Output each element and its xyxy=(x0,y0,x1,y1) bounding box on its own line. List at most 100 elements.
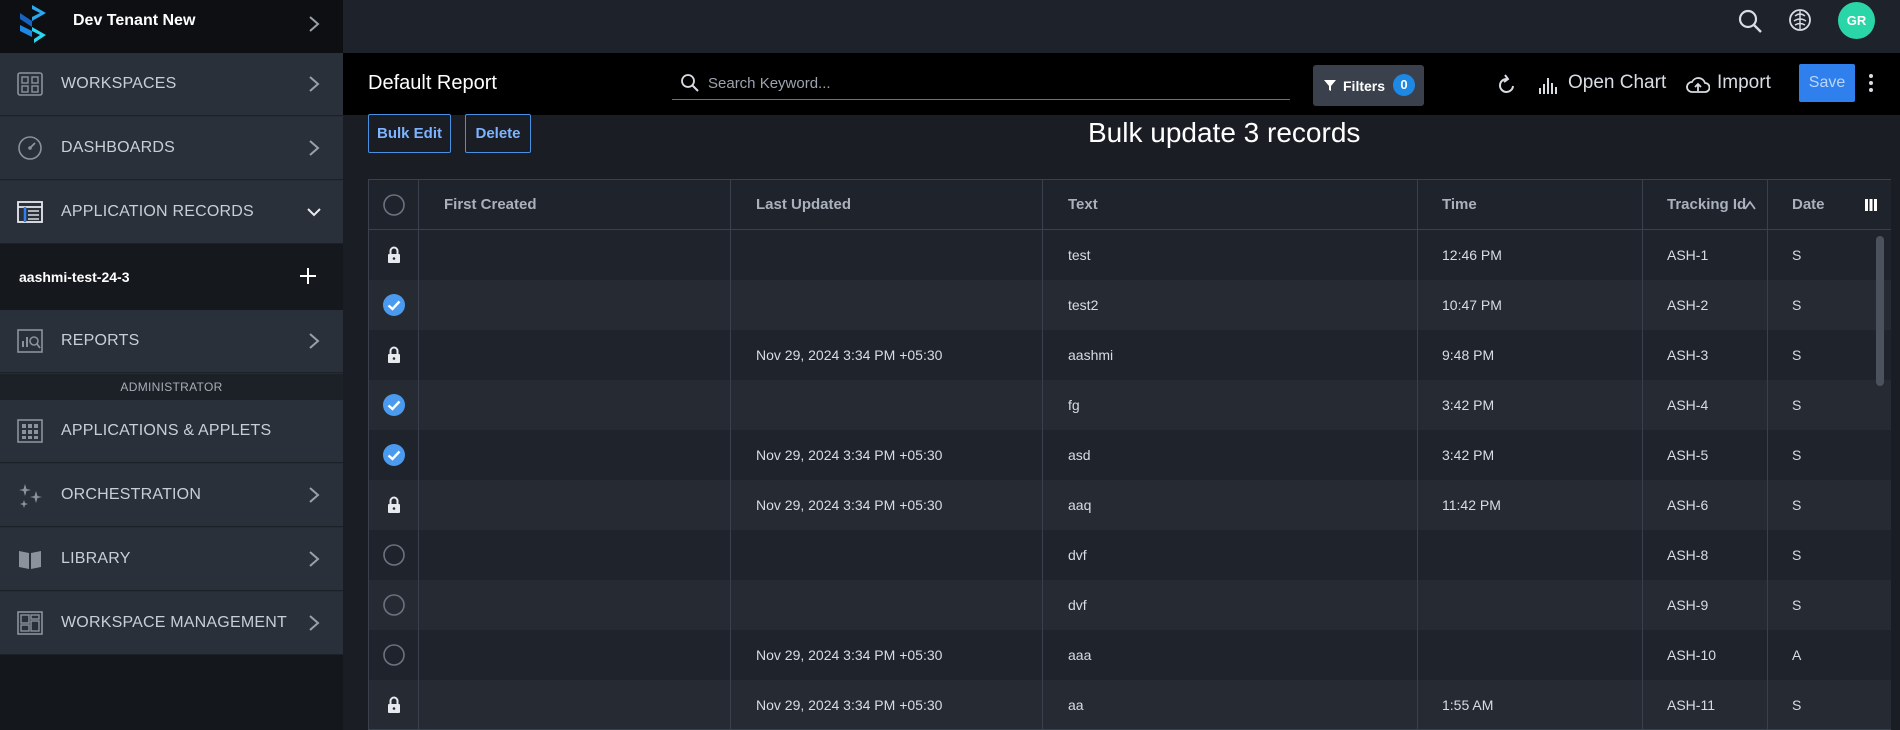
sidebar-item-workspaces[interactable]: WORKSPACES xyxy=(0,53,343,116)
import-button[interactable]: Import xyxy=(1717,72,1771,94)
sort-ascending-icon[interactable] xyxy=(1743,199,1757,211)
cell-first-created[interactable] xyxy=(419,580,731,630)
cell-text[interactable]: aa xyxy=(1043,680,1418,729)
cell-tracking-id[interactable]: ASH-11 xyxy=(1643,680,1768,729)
plus-icon[interactable] xyxy=(298,266,318,286)
cell-tracking-id[interactable]: ASH-2 xyxy=(1643,280,1768,330)
sidebar-item-reports[interactable]: REPORTS xyxy=(0,310,343,373)
cell-text[interactable]: asd xyxy=(1043,430,1418,480)
sidebar-item-dashboards[interactable]: DASHBOARDS xyxy=(0,117,343,180)
cell-date[interactable]: A xyxy=(1768,630,1891,680)
cell-date[interactable]: S xyxy=(1768,430,1891,480)
cell-tracking-id[interactable]: ASH-9 xyxy=(1643,580,1768,630)
unchecked-checkbox-icon[interactable] xyxy=(382,543,406,567)
checked-checkbox-icon[interactable] xyxy=(382,293,406,317)
kebab-menu-icon[interactable] xyxy=(1867,72,1875,94)
column-header-first-created[interactable]: First Created xyxy=(419,180,731,230)
cell-time[interactable] xyxy=(1418,630,1643,680)
cell-time[interactable] xyxy=(1418,530,1643,580)
cell-tracking-id[interactable]: ASH-3 xyxy=(1643,330,1768,380)
cell-last-updated[interactable]: Nov 29, 2024 3:34 PM +05:30 xyxy=(731,630,1043,680)
filters-button[interactable]: Filters 0 xyxy=(1313,65,1424,106)
cell-tracking-id[interactable]: ASH-10 xyxy=(1643,630,1768,680)
cell-text[interactable]: aaq xyxy=(1043,480,1418,530)
cell-text[interactable]: aaa xyxy=(1043,630,1418,680)
cloud-upload-icon[interactable] xyxy=(1686,75,1710,95)
table-row[interactable]: test 12:46 PM ASH-1 S xyxy=(369,230,1891,280)
column-header-time[interactable]: Time xyxy=(1418,180,1643,230)
cell-first-created[interactable] xyxy=(419,230,731,280)
cell-first-created[interactable] xyxy=(419,330,731,380)
cell-first-created[interactable] xyxy=(419,630,731,680)
ai-brain-icon[interactable] xyxy=(1786,6,1814,34)
cell-tracking-id[interactable]: ASH-8 xyxy=(1643,530,1768,580)
delete-button[interactable]: Delete xyxy=(465,114,531,153)
sidebar-item-applications-applets[interactable]: APPLICATIONS & APPLETS xyxy=(0,400,343,463)
select-all-cell[interactable] xyxy=(369,180,419,230)
cell-time[interactable]: 1:55 AM xyxy=(1418,680,1643,729)
table-row[interactable]: fg 3:42 PM ASH-4 S xyxy=(369,380,1891,430)
cell-text[interactable]: aashmi xyxy=(1043,330,1418,380)
bulk-edit-button[interactable]: Bulk Edit xyxy=(368,114,451,153)
refresh-icon[interactable] xyxy=(1497,74,1517,96)
cell-date[interactable]: S xyxy=(1768,330,1891,380)
unchecked-checkbox-icon[interactable] xyxy=(382,593,406,617)
cell-last-updated[interactable] xyxy=(731,230,1043,280)
row-select-cell[interactable] xyxy=(369,280,419,330)
row-select-cell[interactable] xyxy=(369,630,419,680)
cell-date[interactable]: S xyxy=(1768,530,1891,580)
select-all-checkbox-icon[interactable] xyxy=(382,193,406,217)
chart-icon[interactable] xyxy=(1538,74,1560,96)
cell-text[interactable]: dvf xyxy=(1043,530,1418,580)
cell-time[interactable] xyxy=(1418,580,1643,630)
row-select-cell[interactable] xyxy=(369,430,419,480)
unchecked-checkbox-icon[interactable] xyxy=(382,643,406,667)
sidebar-item-library[interactable]: LIBRARY xyxy=(0,528,343,591)
search-input[interactable] xyxy=(708,71,1278,95)
search-icon[interactable] xyxy=(1737,8,1763,34)
cell-tracking-id[interactable]: ASH-6 xyxy=(1643,480,1768,530)
cell-time[interactable]: 10:47 PM xyxy=(1418,280,1643,330)
column-header-tracking-id[interactable]: Tracking Id xyxy=(1643,180,1768,230)
cell-last-updated[interactable]: Nov 29, 2024 3:34 PM +05:30 xyxy=(731,480,1043,530)
cell-last-updated[interactable]: Nov 29, 2024 3:34 PM +05:30 xyxy=(731,330,1043,380)
cell-text[interactable]: test2 xyxy=(1043,280,1418,330)
checked-checkbox-icon[interactable] xyxy=(382,443,406,467)
cell-text[interactable]: dvf xyxy=(1043,580,1418,630)
cell-last-updated[interactable] xyxy=(731,530,1043,580)
columns-icon[interactable] xyxy=(1864,198,1878,212)
cell-time[interactable]: 3:42 PM xyxy=(1418,430,1643,480)
cell-last-updated[interactable] xyxy=(731,280,1043,330)
cell-tracking-id[interactable]: ASH-4 xyxy=(1643,380,1768,430)
cell-tracking-id[interactable]: ASH-5 xyxy=(1643,430,1768,480)
sidebar-item-orchestration[interactable]: ORCHESTRATION xyxy=(0,464,343,527)
cell-first-created[interactable] xyxy=(419,530,731,580)
cell-text[interactable]: test xyxy=(1043,230,1418,280)
table-row[interactable]: Nov 29, 2024 3:34 PM +05:30 aaq 11:42 PM AS… xyxy=(369,480,1891,530)
row-select-cell[interactable] xyxy=(369,380,419,430)
column-header-text[interactable]: Text xyxy=(1043,180,1418,230)
cell-first-created[interactable] xyxy=(419,680,731,729)
cell-last-updated[interactable] xyxy=(731,380,1043,430)
cell-date[interactable]: S xyxy=(1768,380,1891,430)
cell-time[interactable]: 12:46 PM xyxy=(1418,230,1643,280)
cell-time[interactable]: 11:42 PM xyxy=(1418,480,1643,530)
tenant-switcher[interactable]: Dev Tenant New xyxy=(0,0,343,53)
cell-date[interactable]: S xyxy=(1768,580,1891,630)
cell-time[interactable]: 9:48 PM xyxy=(1418,330,1643,380)
table-row[interactable]: Nov 29, 2024 3:34 PM +05:30 aashmi 9:48 PM… xyxy=(369,330,1891,380)
table-row[interactable]: test2 10:47 PM ASH-2 S xyxy=(369,280,1891,330)
table-row[interactable]: Nov 29, 2024 3:34 PM +05:30 aaa ASH-10 A xyxy=(369,630,1891,680)
cell-first-created[interactable] xyxy=(419,480,731,530)
row-select-cell[interactable] xyxy=(369,530,419,580)
table-row[interactable]: dvf ASH-8 S xyxy=(369,530,1891,580)
open-chart-button[interactable]: Open Chart xyxy=(1568,72,1666,94)
sidebar-subitem[interactable]: aashmi-test-24-3 xyxy=(0,244,343,310)
cell-time[interactable]: 3:42 PM xyxy=(1418,380,1643,430)
row-select-cell[interactable] xyxy=(369,580,419,630)
cell-first-created[interactable] xyxy=(419,430,731,480)
save-button[interactable]: Save xyxy=(1799,64,1855,102)
cell-date[interactable]: S xyxy=(1768,480,1891,530)
sidebar-item-workspace-management[interactable]: WORKSPACE MANAGEMENT xyxy=(0,592,343,655)
cell-first-created[interactable] xyxy=(419,380,731,430)
